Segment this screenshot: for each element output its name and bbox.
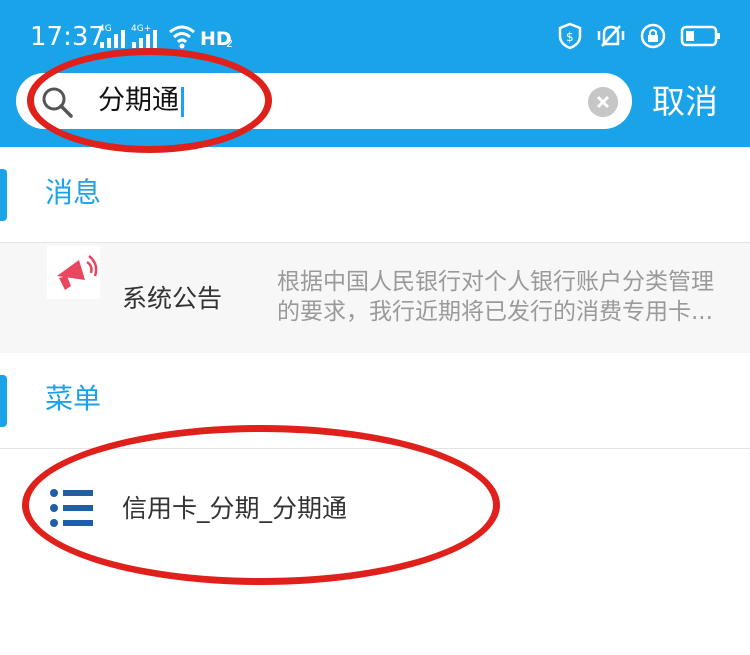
section-title-messages: 消息 [45,176,102,209]
hd-sub: 2 [226,37,233,50]
svg-text:$: $ [566,30,574,44]
message-preview-line-2: 的要求，我行近期将已发行的消费专用卡... [277,299,713,325]
menu-item-label: 信用卡_分期_分期通 [122,494,348,523]
wifi-icon [169,25,195,49]
search-query: 分期通 [98,85,184,117]
status-icons: $ [558,22,722,50]
vibrate-icon [597,25,625,47]
shield-icon: $ [558,22,582,50]
battery-icon [680,25,720,47]
status-time: 17:37 [30,22,105,52]
message-preview: 根据中国人民银行对个人银行账户分类管理 的要求，我行近期将已发行的消费专用卡..… [277,267,750,327]
search-input[interactable]: 分期通 [16,73,632,129]
section-title-menu: 菜单 [45,382,102,415]
cancel-button[interactable]: 取消 [652,82,718,122]
text-caret [181,86,184,117]
clear-icon[interactable] [588,87,618,117]
message-preview-line-1: 根据中国人民银行对个人银行账户分类管理 [277,269,714,295]
list-icon [50,489,93,527]
app-header: 17:37 4G 4G+ HD 2 $ 分期通 取消 [0,0,750,147]
network-type-2: 4G+ [131,24,151,34]
megaphone-icon [47,246,100,299]
search-icon [42,87,73,118]
section-accent [0,169,7,221]
lock-icon [640,23,666,49]
status-bar: 17:37 4G 4G+ HD 2 $ [0,0,750,62]
message-sender: 系统公告 [122,284,223,313]
section-messages: 消息 [0,147,750,242]
hd-icon: HD 2 [200,28,233,50]
section-menu: 菜单 [0,353,750,448]
signal-icon: 4G [99,24,125,48]
section-accent [0,375,7,427]
menu-item[interactable] [0,449,750,569]
signal-icon-2: 4G+ [131,24,157,48]
network-type-1: 4G [99,24,112,34]
